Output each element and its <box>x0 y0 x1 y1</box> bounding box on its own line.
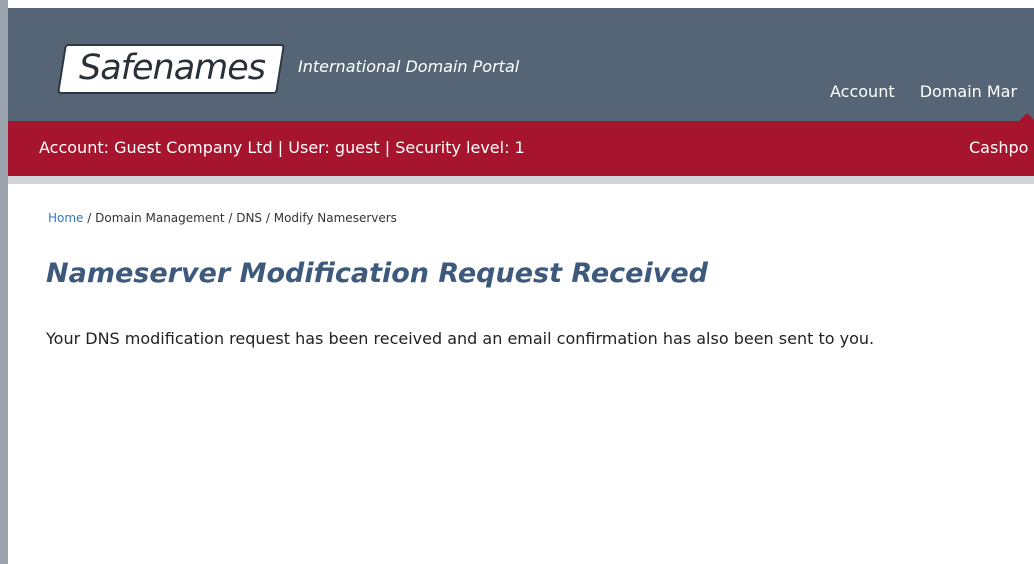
safenames-logo[interactable]: Safenames <box>79 45 266 91</box>
active-nav-pointer <box>1019 113 1034 121</box>
page-title: Nameserver Modification Request Received <box>46 258 708 289</box>
site-header: Safenames International Domain Portal Ac… <box>8 8 1034 121</box>
site-tagline: International Domain Portal <box>298 57 520 76</box>
top-navigation: Account Domain Mar <box>830 82 1034 101</box>
confirmation-message: Your DNS modification request has been r… <box>46 329 875 348</box>
account-info: Account: Guest Company Ltd | User: guest… <box>39 138 525 157</box>
breadcrumb: Home / Domain Management / DNS / Modify … <box>48 211 397 225</box>
page-frame: Safenames International Domain Portal Ac… <box>8 8 1034 564</box>
nav-account[interactable]: Account <box>830 82 895 101</box>
left-window-edge <box>0 0 8 564</box>
account-bar: Account: Guest Company Ltd | User: guest… <box>8 121 1034 176</box>
breadcrumb-path: Domain Management / DNS / Modify Nameser… <box>95 211 397 225</box>
cashpot-link[interactable]: Cashpo <box>969 138 1028 157</box>
header-divider <box>8 176 1034 184</box>
breadcrumb-home-link[interactable]: Home <box>48 211 83 225</box>
breadcrumb-separator: / <box>83 211 96 225</box>
nav-domain-management[interactable]: Domain Mar <box>920 82 1017 101</box>
